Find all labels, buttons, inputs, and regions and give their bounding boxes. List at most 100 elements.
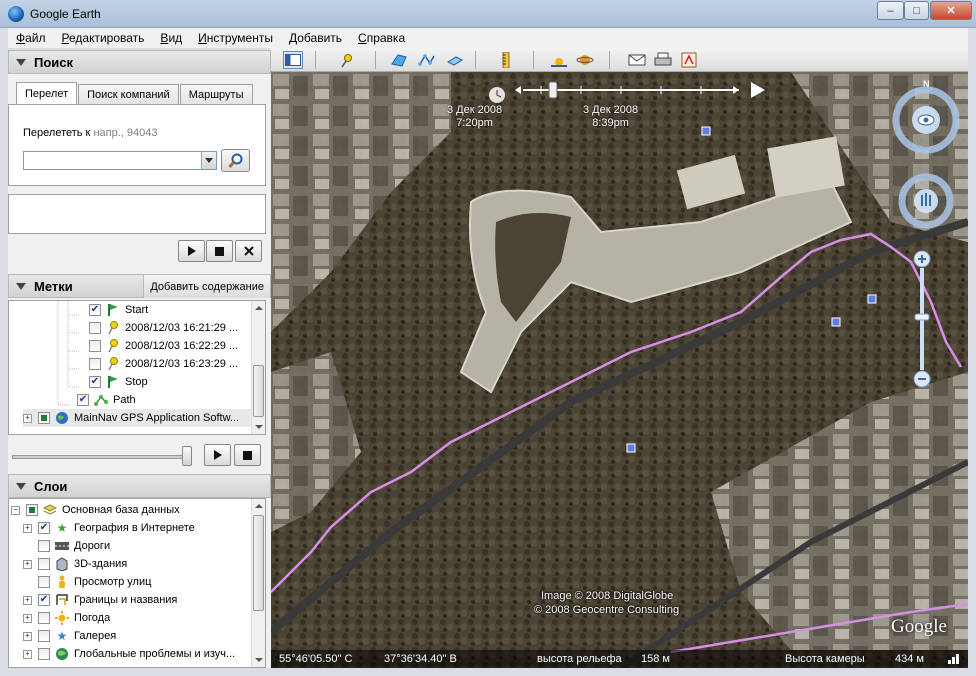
globe-icon	[55, 647, 69, 661]
zoom-thumb[interactable]	[914, 313, 930, 321]
add-content-button[interactable]: Добавить содержание	[143, 275, 270, 298]
list-item[interactable]: Просмотр улиц	[38, 573, 151, 591]
time-slider[interactable]	[481, 76, 771, 106]
checkbox[interactable]	[38, 612, 50, 624]
checkbox[interactable]: ✔	[38, 522, 50, 534]
play-icon	[187, 246, 196, 256]
scroll-thumb[interactable]	[253, 365, 264, 417]
layers-section-header[interactable]: Слои	[8, 474, 271, 498]
navigation-controls[interactable]: N	[889, 78, 965, 398]
toolbar	[271, 48, 968, 72]
list-item[interactable]: 2008/12/03 16:22:29 ...	[89, 337, 238, 355]
list-item[interactable]: + Погода	[23, 609, 110, 627]
view-in-maps-button[interactable]	[679, 51, 699, 69]
play-places-button[interactable]	[204, 444, 231, 466]
streaming-indicator-icon	[948, 654, 959, 664]
minimize-button[interactable]: –	[877, 1, 904, 20]
expand-icon[interactable]: +	[23, 649, 32, 659]
checkbox[interactable]	[26, 504, 38, 516]
expand-icon[interactable]: +	[23, 631, 32, 641]
status-bar: 55°46'05.50" С 37°36'34.40" В высота рел…	[271, 650, 968, 668]
fly-to-hint: напр., 94043	[93, 127, 158, 139]
close-button[interactable]: ✕	[930, 1, 972, 20]
menu-view[interactable]: Вид	[152, 31, 190, 45]
places-scrollbar[interactable]	[251, 301, 265, 434]
print-button[interactable]	[653, 51, 673, 69]
checkbox[interactable]	[38, 576, 50, 588]
tab-directions[interactable]: Маршруты	[179, 84, 253, 104]
menu-file[interactable]: Файл	[8, 31, 54, 45]
menu-edit[interactable]: Редактировать	[54, 31, 153, 45]
checkbox[interactable]	[38, 648, 50, 660]
list-item[interactable]: ✔ Start	[89, 301, 148, 319]
expand-icon[interactable]: +	[23, 559, 32, 569]
place-label: Path	[113, 394, 136, 406]
ruler-button[interactable]	[496, 51, 516, 69]
switch-to-sky-button[interactable]	[575, 51, 595, 69]
stop-tour-button[interactable]	[206, 240, 233, 262]
checkbox[interactable]: ✔	[89, 376, 101, 388]
time-range-start: 3 Дек 2008 7:20pm	[447, 104, 502, 130]
add-placemark-button[interactable]	[337, 51, 357, 69]
pushpin-icon	[106, 321, 120, 335]
tab-find-businesses[interactable]: Поиск компаний	[78, 84, 179, 104]
checkbox[interactable]	[89, 358, 101, 370]
list-item[interactable]: + Глобальные проблемы и изуч...	[23, 645, 235, 663]
list-item[interactable]: ✔ Path	[77, 391, 136, 409]
add-image-overlay-button[interactable]	[445, 51, 465, 69]
slider-thumb[interactable]	[182, 446, 192, 466]
checkbox[interactable]	[89, 340, 101, 352]
fly-to-input[interactable]	[23, 151, 217, 170]
sunlight-button[interactable]	[549, 51, 569, 69]
list-item[interactable]: − Основная база данных	[11, 501, 180, 519]
history-dropdown-button[interactable]	[201, 152, 216, 169]
checkbox[interactable]	[38, 558, 50, 570]
menu-help[interactable]: Справка	[350, 31, 413, 45]
tab-fly-to[interactable]: Перелет	[16, 82, 78, 104]
email-button[interactable]	[627, 51, 647, 69]
menu-add[interactable]: Добавить	[281, 31, 350, 45]
checkbox[interactable]	[38, 630, 50, 642]
collapse-icon[interactable]: −	[11, 505, 20, 515]
checkbox[interactable]: ✔	[38, 594, 50, 606]
list-item[interactable]: + 3D-здания	[23, 555, 127, 573]
list-item[interactable]: + ✔ Границы и названия	[23, 591, 177, 609]
expand-icon[interactable]: +	[23, 523, 32, 533]
checkbox[interactable]	[89, 322, 101, 334]
play-icon	[213, 450, 222, 460]
list-item[interactable]: + ★ Галерея	[23, 627, 116, 645]
toggle-sidebar-button[interactable]	[283, 51, 303, 69]
add-polygon-button[interactable]	[389, 51, 409, 69]
checkbox[interactable]: ✔	[89, 304, 101, 316]
play-tour-button[interactable]	[178, 240, 205, 262]
add-path-button[interactable]	[417, 51, 437, 69]
end-time: 8:39pm	[592, 117, 629, 129]
search-results-list[interactable]	[8, 194, 266, 234]
maximize-button[interactable]: □	[904, 1, 929, 20]
search-section-header[interactable]: Поиск	[8, 50, 271, 74]
checkbox[interactable]: ✔	[77, 394, 89, 406]
envelope-icon	[628, 54, 646, 66]
places-section-header[interactable]: Метки Добавить содержание	[8, 274, 271, 298]
list-item[interactable]: 2008/12/03 16:23:29 ...	[89, 355, 238, 373]
expand-icon[interactable]: +	[23, 413, 32, 423]
tour-speed-slider[interactable]	[12, 455, 192, 459]
checkbox[interactable]	[38, 540, 50, 552]
clear-search-button[interactable]	[235, 240, 262, 262]
map-view[interactable]: 3 Дек 2008 7:20pm 3 Дек 2008 8:39pm N Im…	[271, 72, 968, 668]
layers-scrollbar[interactable]	[251, 499, 265, 667]
list-item[interactable]: ✔ Stop	[89, 373, 148, 391]
expand-icon[interactable]: +	[23, 613, 32, 623]
list-item[interactable]: + MainNav GPS Application Softw...	[23, 409, 251, 427]
list-item[interactable]: + ✔ ★ География в Интернете	[23, 519, 195, 537]
menu-tools[interactable]: Инструменты	[190, 31, 281, 45]
scroll-thumb[interactable]	[253, 515, 264, 611]
list-item[interactable]: 2008/12/03 16:21:29 ...	[89, 319, 238, 337]
checkbox[interactable]	[38, 412, 50, 424]
search-button[interactable]	[221, 149, 250, 172]
layer-label: География в Интернете	[74, 522, 195, 534]
stop-places-button[interactable]	[234, 444, 261, 466]
expand-icon[interactable]: +	[23, 595, 32, 605]
list-item[interactable]: Дороги	[38, 537, 110, 555]
stop-icon	[243, 450, 252, 460]
